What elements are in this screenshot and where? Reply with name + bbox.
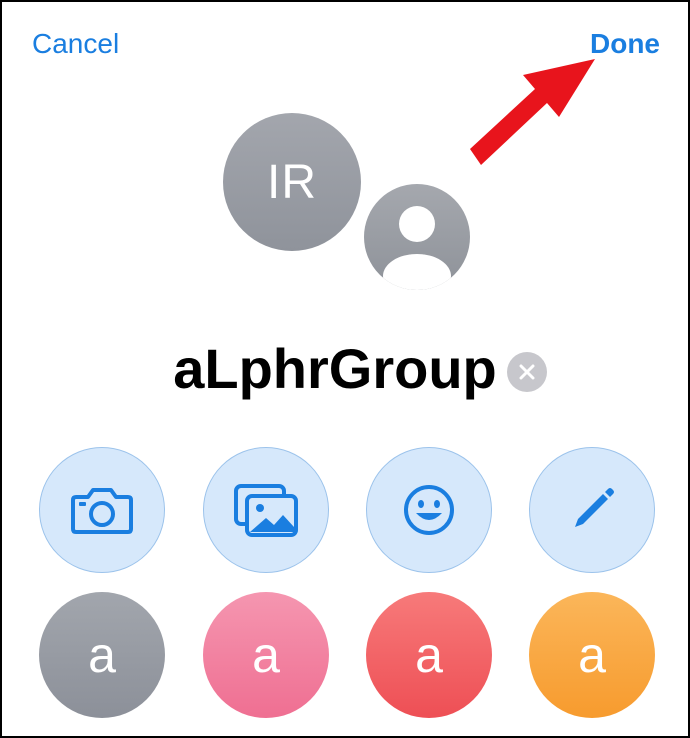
emoji-button[interactable] bbox=[366, 447, 492, 573]
monogram-letter: a bbox=[88, 627, 116, 683]
annotation-arrow-icon bbox=[470, 59, 595, 165]
group-initials: IR bbox=[267, 155, 317, 209]
clear-name-button[interactable] bbox=[507, 352, 547, 392]
camera-button[interactable] bbox=[39, 447, 165, 573]
done-button[interactable]: Done bbox=[590, 28, 660, 60]
pencil-button[interactable] bbox=[529, 447, 655, 573]
monogram-letter: a bbox=[578, 627, 606, 683]
monogram-letter: a bbox=[252, 627, 280, 683]
emoji-icon bbox=[404, 485, 454, 535]
photo-library-icon bbox=[234, 484, 298, 537]
edit-group-photo-screen: Cancel Done IR aLphrGroup a a a a bbox=[0, 0, 690, 738]
pencil-icon bbox=[575, 488, 614, 527]
monogram-gray[interactable]: a bbox=[39, 592, 165, 718]
group-name-row: aLphrGroup bbox=[2, 336, 688, 401]
member-avatar bbox=[360, 180, 474, 294]
monogram-letter: a bbox=[415, 627, 443, 683]
monogram-red[interactable]: a bbox=[366, 592, 492, 718]
group-name-field[interactable]: aLphrGroup bbox=[173, 336, 497, 401]
monogram-orange[interactable]: a bbox=[529, 592, 655, 718]
person-icon bbox=[383, 206, 451, 290]
group-avatar[interactable]: IR bbox=[223, 113, 361, 251]
cancel-button[interactable]: Cancel bbox=[32, 28, 119, 60]
camera-icon bbox=[71, 488, 133, 534]
close-icon bbox=[519, 364, 535, 380]
monogram-pink[interactable]: a bbox=[203, 592, 329, 718]
photo-library-button[interactable] bbox=[203, 447, 329, 573]
